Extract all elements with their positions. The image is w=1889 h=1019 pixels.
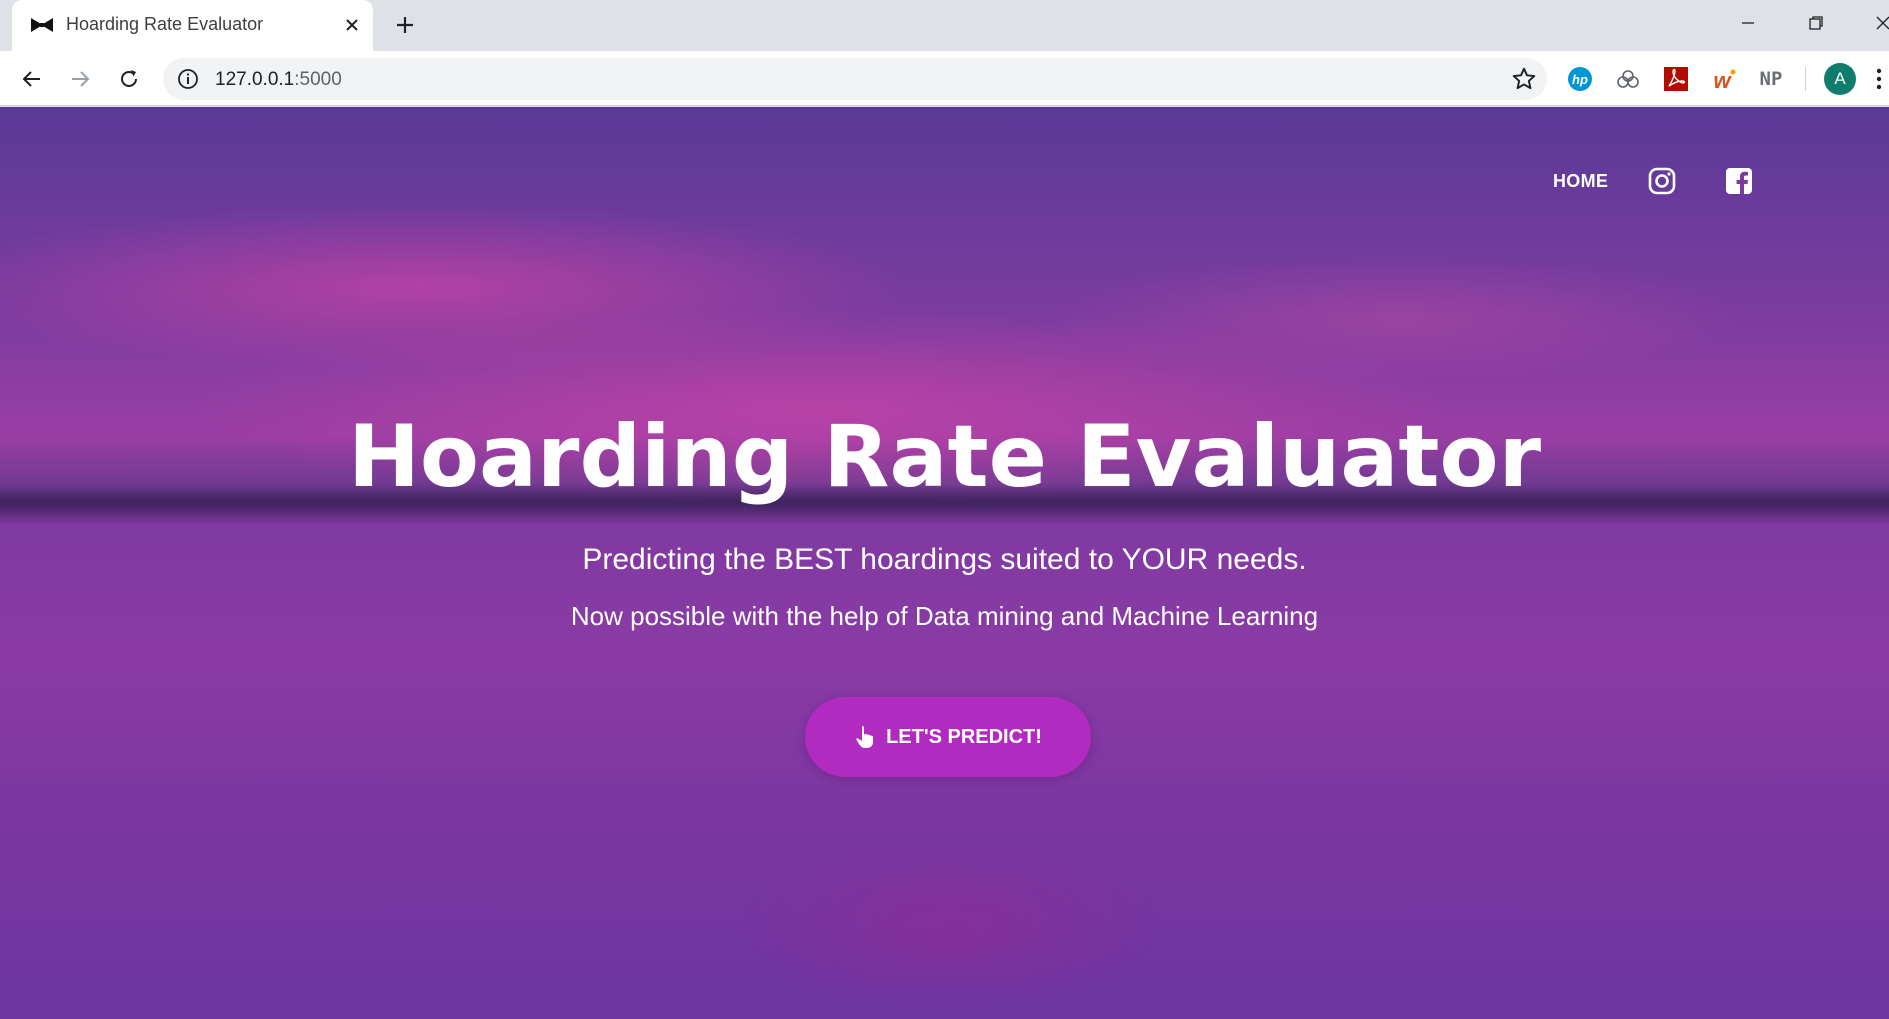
restore-icon[interactable] [1796, 8, 1836, 38]
site-info-icon[interactable] [177, 68, 199, 90]
cloud-extension-icon[interactable] [1613, 64, 1643, 94]
browser-toolbar: 127.0.0.1:5000 hp w NP A [0, 51, 1889, 106]
tab-title: Hoarding Rate Evaluator [66, 14, 264, 34]
hero-section: HOME Hoarding Rate Evaluator Predicting … [0, 107, 1889, 1019]
hero-title: Hoarding Rate Evaluator [347, 407, 1542, 507]
new-tab-icon[interactable] [390, 10, 420, 40]
browser-tabstrip: Hoarding Rate Evaluator [0, 0, 1889, 51]
cta-label: LET'S PREDICT! [886, 725, 1042, 748]
hero-tagline: Now possible with the help of Data minin… [570, 601, 1319, 631]
np-extension-icon[interactable]: NP [1756, 64, 1786, 94]
nav-home-link[interactable]: HOME [1553, 171, 1608, 192]
browser-tab[interactable]: Hoarding Rate Evaluator [12, 0, 373, 51]
bookmark-star-icon[interactable] [1511, 66, 1537, 92]
browser-menu-icon[interactable] [1874, 67, 1884, 91]
url-text: 127.0.0.1:5000 [215, 69, 342, 90]
hp-icon[interactable]: hp [1565, 64, 1595, 94]
avatar-initial: A [1834, 69, 1846, 88]
forward-icon[interactable] [62, 61, 98, 97]
acrobat-icon[interactable] [1661, 64, 1691, 94]
bowtie-icon [31, 18, 53, 32]
close-window-icon[interactable] [1863, 8, 1889, 38]
facebook-icon[interactable] [1724, 166, 1754, 196]
lets-predict-button[interactable]: LET'S PREDICT! [805, 697, 1091, 777]
toolbar-divider [1805, 67, 1806, 91]
minimize-icon[interactable] [1728, 8, 1768, 38]
address-bar[interactable]: 127.0.0.1:5000 [163, 58, 1547, 100]
pointer-hand-icon [856, 726, 874, 748]
svg-text:w: w [1713, 68, 1732, 92]
close-tab-icon[interactable] [339, 12, 365, 38]
profile-avatar[interactable]: A [1824, 63, 1856, 95]
instagram-icon[interactable] [1647, 166, 1677, 196]
reload-icon[interactable] [111, 61, 147, 97]
np-label: NP [1759, 68, 1783, 90]
w-extension-icon[interactable]: w [1709, 64, 1739, 94]
hero-subtitle: Predicting the BEST hoardings suited to … [582, 543, 1307, 576]
svg-text:hp: hp [1572, 72, 1588, 87]
back-icon[interactable] [14, 61, 50, 97]
